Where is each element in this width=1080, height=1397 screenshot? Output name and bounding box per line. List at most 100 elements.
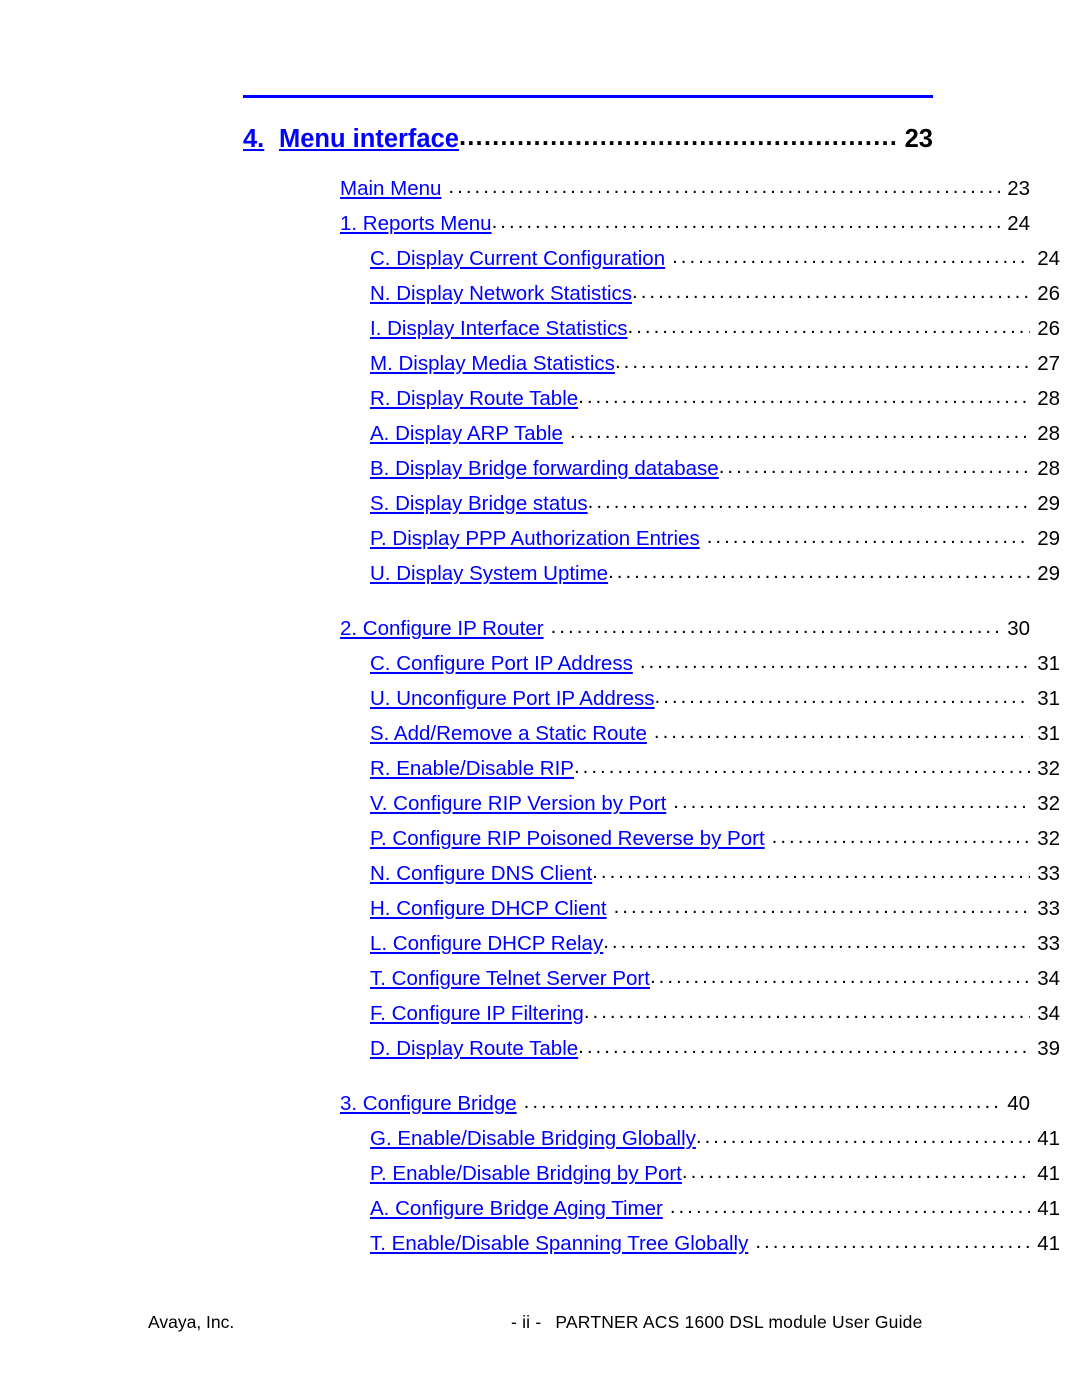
toc-entry[interactable]: 3. Configure Bridge.....................… bbox=[243, 1092, 1030, 1127]
toc-entry-label[interactable]: I. Display Interface Statistics bbox=[370, 317, 627, 341]
toc-entry-label[interactable]: H. Configure DHCP Client bbox=[370, 897, 614, 921]
toc-entry-label[interactable]: S. Add/Remove a Static Route bbox=[370, 722, 654, 746]
toc-entry-label[interactable]: L. Configure DHCP Relay bbox=[370, 932, 603, 956]
toc-entry-label[interactable]: C. Display Current Configuration bbox=[370, 247, 672, 271]
toc-leader-dots: ........................................… bbox=[613, 901, 1030, 914]
toc-entry-page: 28 bbox=[1037, 422, 1060, 445]
toc-heading-label[interactable]: Menu interface bbox=[279, 125, 459, 154]
toc-entry[interactable]: I. Display Interface Statistics.........… bbox=[243, 317, 1060, 352]
toc-entry-label[interactable]: 1. Reports Menu bbox=[340, 212, 492, 236]
toc-leader-dots: ........................................… bbox=[523, 1096, 1000, 1109]
toc-entry-label[interactable]: F. Configure IP Filtering bbox=[370, 1002, 584, 1026]
footer-document-title: PARTNER ACS 1600 DSL module User Guide bbox=[555, 1312, 923, 1332]
toc-leader-dots: ........................................… bbox=[654, 691, 1031, 704]
toc-leader-dots: ........................................… bbox=[673, 796, 1030, 809]
toc-entry[interactable]: 2. Configure IP Router..................… bbox=[243, 617, 1030, 652]
toc-entry[interactable]: F. Configure IP Filtering...............… bbox=[243, 1002, 1060, 1037]
toc-entry[interactable]: R. Enable/Disable RIP...................… bbox=[243, 757, 1060, 792]
toc-entry[interactable]: C. Configure Port IP Address............… bbox=[243, 652, 1060, 687]
toc-entry[interactable]: C. Display Current Configuration........… bbox=[243, 247, 1060, 282]
toc-entry[interactable]: T. Enable/Disable Spanning Tree Globally… bbox=[243, 1232, 1060, 1267]
toc-leader-dots: ........................................… bbox=[771, 831, 1030, 844]
toc-leader-dots: ........................................… bbox=[578, 391, 1030, 404]
toc-entry[interactable]: A. Display ARP Table....................… bbox=[243, 422, 1060, 457]
toc-entry[interactable]: A. Configure Bridge Aging Timer.........… bbox=[243, 1197, 1060, 1232]
toc-entry-page: 41 bbox=[1037, 1162, 1060, 1185]
toc-entry[interactable]: S. Display Bridge status................… bbox=[243, 492, 1060, 527]
toc-entry-label[interactable]: Main Menu bbox=[340, 177, 448, 201]
toc-entry[interactable]: G. Enable/Disable Bridging Globally.....… bbox=[243, 1127, 1060, 1162]
toc-entry-label[interactable]: N. Configure DNS Client bbox=[370, 862, 592, 886]
toc-entry-label[interactable]: M. Display Media Statistics bbox=[370, 352, 615, 376]
toc-leader-dots: ........................................… bbox=[583, 1006, 1030, 1019]
toc-leader-dots: ........................................… bbox=[695, 1131, 1030, 1144]
toc-entry[interactable]: L. Configure DHCP Relay.................… bbox=[243, 932, 1060, 967]
toc-entry-page: 32 bbox=[1037, 827, 1060, 850]
page-footer: Avaya, Inc. - ii - PARTNER ACS 1600 DSL m… bbox=[0, 1312, 1080, 1342]
toc-leader-dots: ........................................… bbox=[448, 181, 1000, 194]
toc-entry-label[interactable]: R. Enable/Disable RIP bbox=[370, 757, 574, 781]
toc-entry[interactable]: U. Display System Uptime................… bbox=[243, 562, 1060, 597]
toc-entry[interactable]: V. Configure RIP Version by Port........… bbox=[243, 792, 1060, 827]
toc-heading-page: 23 bbox=[904, 125, 933, 153]
toc-entry-label[interactable]: A. Display ARP Table bbox=[370, 422, 570, 446]
toc-entry[interactable]: P. Configure RIP Poisoned Reverse by Por… bbox=[243, 827, 1060, 862]
toc-leader-dots: ........................................… bbox=[639, 656, 1030, 669]
toc-leader-dots: ........................................… bbox=[608, 566, 1030, 579]
toc-entry-label[interactable]: S. Display Bridge status bbox=[370, 492, 588, 516]
toc-entry-label[interactable]: A. Configure Bridge Aging Timer bbox=[370, 1197, 670, 1221]
toc-entry-page: 30 bbox=[1007, 617, 1030, 640]
toc-entry-page: 41 bbox=[1037, 1127, 1060, 1150]
toc-entry[interactable]: P. Display PPP Authorization Entries....… bbox=[243, 527, 1060, 562]
toc-entry-page: 39 bbox=[1037, 1037, 1060, 1060]
toc-leader-dots: ........................................… bbox=[578, 1041, 1030, 1054]
toc-heading-entry[interactable]: 4. Menu interface ......................… bbox=[243, 125, 933, 165]
toc-entry[interactable]: N. Configure DNS Client.................… bbox=[243, 862, 1060, 897]
toc-leader-dots: ........................................… bbox=[669, 1201, 1030, 1214]
toc-entry-label[interactable]: D. Display Route Table bbox=[370, 1037, 578, 1061]
toc-entry-label[interactable]: N. Display Network Statistics bbox=[370, 282, 632, 306]
toc-entry-label[interactable]: P. Enable/Disable Bridging by Port bbox=[370, 1162, 682, 1186]
toc-entry-page: 41 bbox=[1037, 1232, 1060, 1255]
toc-entry[interactable]: P. Enable/Disable Bridging by Port......… bbox=[243, 1162, 1060, 1197]
toc-entry[interactable]: M. Display Media Statistics.............… bbox=[243, 352, 1060, 387]
toc-entry-label[interactable]: R. Display Route Table bbox=[370, 387, 578, 411]
toc-entry-page: 31 bbox=[1037, 687, 1060, 710]
toc-entry-page: 40 bbox=[1007, 1092, 1030, 1115]
toc-entry-label[interactable]: P. Display PPP Authorization Entries bbox=[370, 527, 707, 551]
toc-entry[interactable]: H. Configure DHCP Client................… bbox=[243, 897, 1060, 932]
toc-entry-page: 27 bbox=[1037, 352, 1060, 375]
toc-entry-label[interactable]: G. Enable/Disable Bridging Globally bbox=[370, 1127, 696, 1151]
toc-entry-label[interactable]: T. Enable/Disable Spanning Tree Globally bbox=[370, 1232, 755, 1256]
toc-entry-label[interactable]: C. Configure Port IP Address bbox=[370, 652, 640, 676]
toc-entry[interactable]: Main Menu...............................… bbox=[243, 177, 1030, 212]
toc-leader-dots: ........................................… bbox=[458, 130, 897, 146]
toc-entry-page: 34 bbox=[1037, 967, 1060, 990]
toc-leader-dots: ........................................… bbox=[632, 286, 1030, 299]
toc-entry[interactable]: 1. Reports Menu.........................… bbox=[243, 212, 1030, 247]
toc-entry-label[interactable]: B. Display Bridge forwarding database bbox=[370, 457, 719, 481]
toc-entry-label[interactable]: U. Unconfigure Port IP Address bbox=[370, 687, 655, 711]
toc-entry[interactable]: D. Display Route Table..................… bbox=[243, 1037, 1060, 1072]
toc-entry-page: 29 bbox=[1037, 492, 1060, 515]
toc-leader-dots: ........................................… bbox=[587, 496, 1030, 509]
toc-entry-page: 24 bbox=[1007, 212, 1030, 235]
toc-entry[interactable]: U. Unconfigure Port IP Address..........… bbox=[243, 687, 1060, 722]
toc-entry-label[interactable]: T. Configure Telnet Server Port bbox=[370, 967, 650, 991]
toc-entry-label[interactable]: V. Configure RIP Version by Port bbox=[370, 792, 673, 816]
toc-entry[interactable]: B. Display Bridge forwarding database...… bbox=[243, 457, 1060, 492]
toc-entry-label[interactable]: 3. Configure Bridge bbox=[340, 1092, 524, 1116]
toc-entry-label[interactable]: P. Configure RIP Poisoned Reverse by Por… bbox=[370, 827, 772, 851]
toc-entry[interactable]: S. Add/Remove a Static Route............… bbox=[243, 722, 1060, 757]
toc-entry[interactable]: T. Configure Telnet Server Port.........… bbox=[243, 967, 1060, 1002]
toc-entry-page: 31 bbox=[1037, 652, 1060, 675]
footer-center: - ii - PARTNER ACS 1600 DSL module User G… bbox=[511, 1312, 923, 1333]
toc-entry[interactable]: N. Display Network Statistics...........… bbox=[243, 282, 1060, 317]
toc-entry-page: 32 bbox=[1037, 792, 1060, 815]
toc-entry-label[interactable]: U. Display System Uptime bbox=[370, 562, 608, 586]
toc-leader-dots: ........................................… bbox=[672, 251, 1030, 264]
toc-entry-page: 23 bbox=[1007, 177, 1030, 200]
toc-leader-dots: ........................................… bbox=[614, 356, 1030, 369]
toc-entry-label[interactable]: 2. Configure IP Router bbox=[340, 617, 551, 641]
toc-entry[interactable]: R. Display Route Table..................… bbox=[243, 387, 1060, 422]
